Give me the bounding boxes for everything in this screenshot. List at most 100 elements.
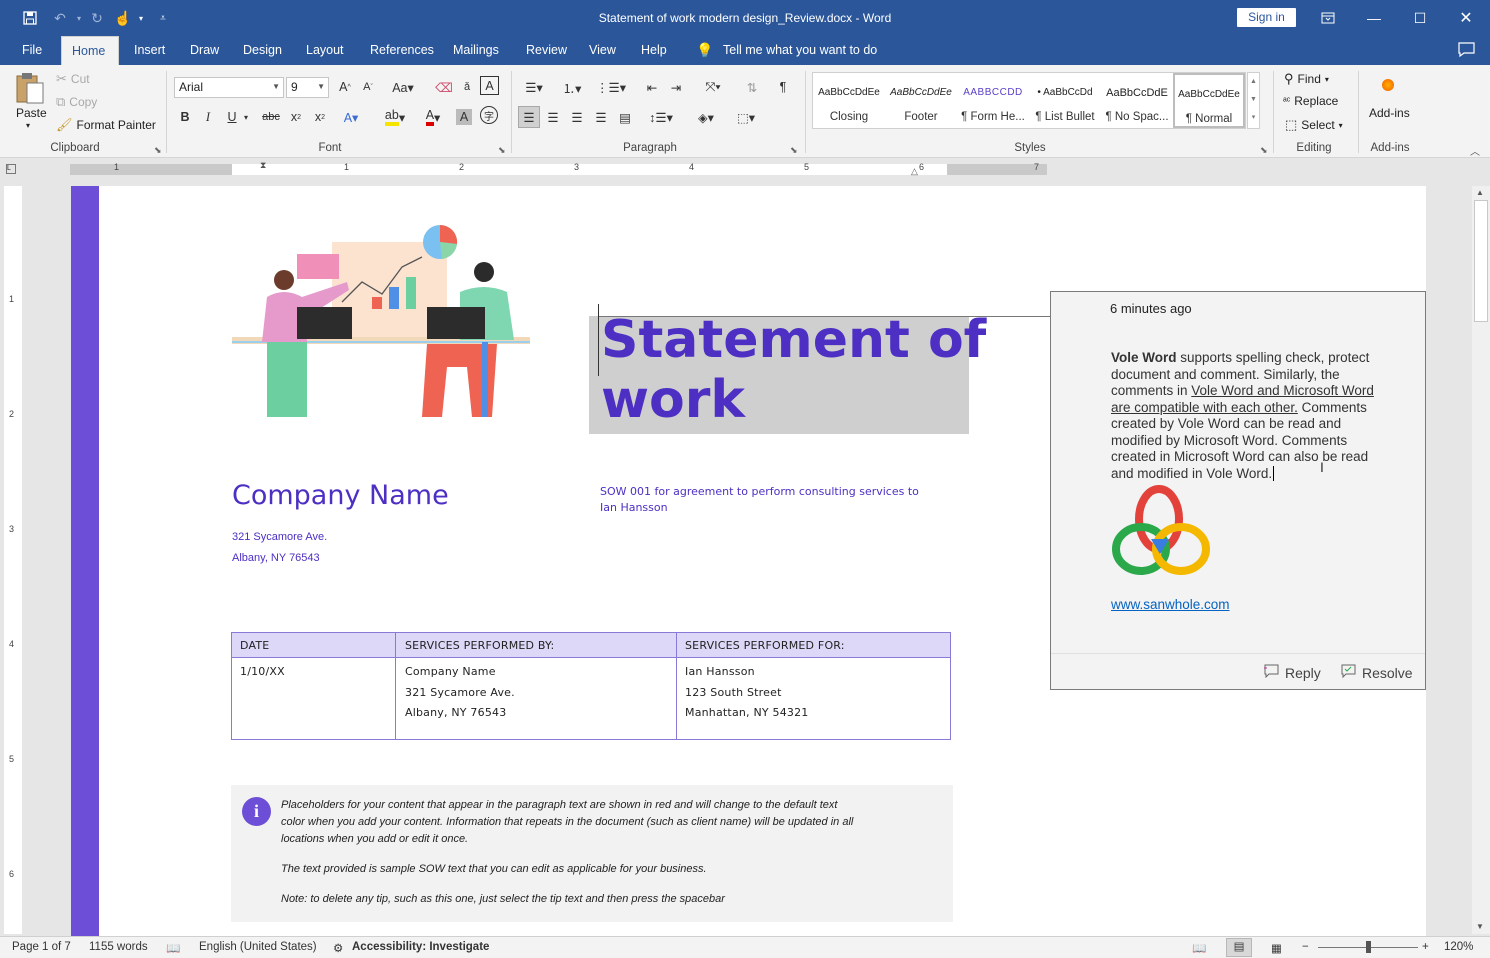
align-center-icon[interactable]: ☰ [542,106,564,128]
underline-dropdown-icon[interactable]: ▾ [240,106,252,128]
tab-draw[interactable]: Draw [180,36,229,65]
company-name[interactable]: Company Name [232,480,449,511]
copy-button[interactable]: ⧉ Copy [56,94,97,110]
print-layout-icon[interactable]: ▤ [1226,938,1252,957]
justify-icon[interactable]: ☰ [590,106,612,128]
show-formatting-icon[interactable]: ¶ [772,76,794,98]
close-icon[interactable]: ✕ [1443,0,1489,36]
format-painter-button[interactable]: 🖌 Format Painter [56,117,156,133]
grow-font-icon[interactable]: A ^ [334,76,356,98]
select-button[interactable]: ⬚ Select ▾ [1285,117,1343,133]
numbering-icon[interactable]: ⒈▾ [556,76,588,98]
phonetic-guide-icon[interactable]: ǎ [456,76,478,98]
sign-in-button[interactable]: Sign in [1237,8,1296,27]
web-layout-icon[interactable]: ▦ [1271,941,1282,955]
paste-dropdown-icon[interactable]: ▾ [26,121,30,130]
clipboard-launcher-icon[interactable]: ⬊ [154,145,162,156]
tab-layout[interactable]: Layout [296,36,354,65]
font-launcher-icon[interactable]: ⬊ [498,145,506,156]
superscript-icon[interactable]: x2 [309,106,331,128]
services-table[interactable]: DATE SERVICES PERFORMED BY: SERVICES PER… [231,632,951,740]
addins-icon[interactable] [1382,79,1394,91]
paste-button[interactable]: Paste [16,106,47,120]
tab-insert[interactable]: Insert [124,36,175,65]
cut-button[interactable]: ✂ Cut [56,71,90,87]
highlight-icon[interactable]: ab ▾ [380,106,410,128]
company-address-1[interactable]: 321 Sycamore Ave. [232,531,327,543]
align-left-icon[interactable]: ☰ [518,106,540,128]
paragraph-launcher-icon[interactable]: ⬊ [790,145,798,156]
maximize-icon[interactable]: ☐ [1397,0,1443,36]
font-color-icon[interactable]: A ▾ [418,106,448,128]
shading-icon[interactable]: ◈▾ [690,106,722,128]
customize-qat-icon[interactable]: ⩡ [148,0,178,36]
distributed-icon[interactable]: ▤ [614,106,636,128]
zoom-out-icon[interactable]: − [1302,941,1309,953]
sow-description[interactable]: SOW 001 for agreement to perform consult… [600,484,919,516]
document-page[interactable]: Statement of work Company Name 321 Sycam… [71,186,1050,936]
align-right-icon[interactable]: ☰ [566,106,588,128]
scroll-down-icon[interactable]: ▼ [1476,922,1484,931]
style-closing[interactable]: AaBbCcDdEe Closing [813,73,885,128]
style-footer[interactable]: AaBbCcDdEe Footer [885,73,957,128]
tab-mailings[interactable]: Mailings [443,36,509,65]
character-shading-icon[interactable]: A [456,109,472,125]
multilevel-list-icon[interactable]: ⋮☰▾ [594,76,628,98]
tab-review[interactable]: Review [516,36,577,65]
accessibility-icon[interactable]: ⚙ [333,941,343,955]
style-form-heading[interactable]: AABBCCDD ¶ Form He... [957,73,1029,128]
minimize-icon[interactable]: — [1351,0,1397,36]
bullets-icon[interactable]: ☰▾ [518,76,550,98]
comment-body[interactable]: Vole Word supports spelling check, prote… [1111,350,1411,482]
tab-selector[interactable]: L [6,164,16,174]
zoom-slider-thumb[interactable] [1366,941,1371,953]
company-address-2[interactable]: Albany, NY 76543 [232,552,320,564]
font-name-box[interactable]: Arial ▼ [174,77,284,98]
comment-card[interactable]: 6 minutes ago Vole Word supports spellin… [1050,291,1426,690]
addins-button[interactable]: Add-ins [1369,106,1410,120]
italic-icon[interactable]: I [197,106,219,128]
character-border-icon[interactable]: A [480,76,499,95]
text-effects-icon[interactable]: A▾ [340,106,362,128]
page-count[interactable]: Page 1 of 7 [12,941,71,953]
save-icon[interactable] [15,0,45,36]
indent-marker-icon[interactable]: ⧗ [260,160,266,171]
strikethrough-icon[interactable]: abc [260,106,282,128]
zoom-level[interactable]: 120% [1444,941,1473,953]
sort-icon[interactable]: ⇅ [741,76,763,98]
proofing-icon[interactable]: 📖 [166,941,180,955]
scroll-thumb[interactable] [1474,200,1488,322]
language[interactable]: English (United States) [199,941,317,953]
tab-view[interactable]: View [579,36,626,65]
read-mode-icon[interactable]: 📖 [1192,941,1206,955]
document-title[interactable]: Statement of work [601,310,986,430]
comment-link[interactable]: www.sanwhole.com [1111,597,1230,612]
collapse-ribbon-icon[interactable]: ︿ [1470,143,1480,158]
clear-formatting-icon[interactable]: ⌫ [433,76,455,98]
asian-layout-icon[interactable]: ⤧▾ [697,76,729,98]
subscript-icon[interactable]: x2 [285,106,307,128]
zoom-in-icon[interactable]: + [1422,941,1429,953]
reply-button[interactable]: Reply [1263,664,1321,681]
ribbon-display-icon[interactable] [1305,0,1351,36]
enclose-characters-icon[interactable]: 字 [480,106,498,124]
borders-icon[interactable]: ⬚▾ [730,106,762,128]
replace-button[interactable]: ᵃᶜ Replace [1283,94,1338,108]
line-spacing-icon[interactable]: ↕☰▾ [645,106,677,128]
tab-design[interactable]: Design [233,36,292,65]
resolve-button[interactable]: Resolve [1340,664,1413,681]
bold-icon[interactable]: B [174,106,196,128]
styles-scroll[interactable]: ▲ ▼ ▾ [1247,72,1260,129]
tip-box[interactable]: i Placeholders for your content that app… [231,785,953,922]
paste-icon[interactable] [14,71,48,105]
right-indent-icon[interactable]: △ [911,166,918,177]
tab-references[interactable]: References [360,36,444,65]
font-size-box[interactable]: 9 ▼ [286,77,329,98]
increase-indent-icon[interactable]: ⇥ [665,76,687,98]
accessibility-status[interactable]: Accessibility: Investigate [352,941,489,953]
style-normal[interactable]: AaBbCcDdEe ¶ Normal [1173,73,1245,128]
horizontal-ruler[interactable]: L 1 1 2 3 4 5 6 7 ⧗ △ [0,158,1490,180]
tab-help[interactable]: Help [631,36,677,65]
styles-launcher-icon[interactable]: ⬊ [1260,145,1268,156]
tell-me-search[interactable]: Tell me what you want to do [723,36,877,65]
